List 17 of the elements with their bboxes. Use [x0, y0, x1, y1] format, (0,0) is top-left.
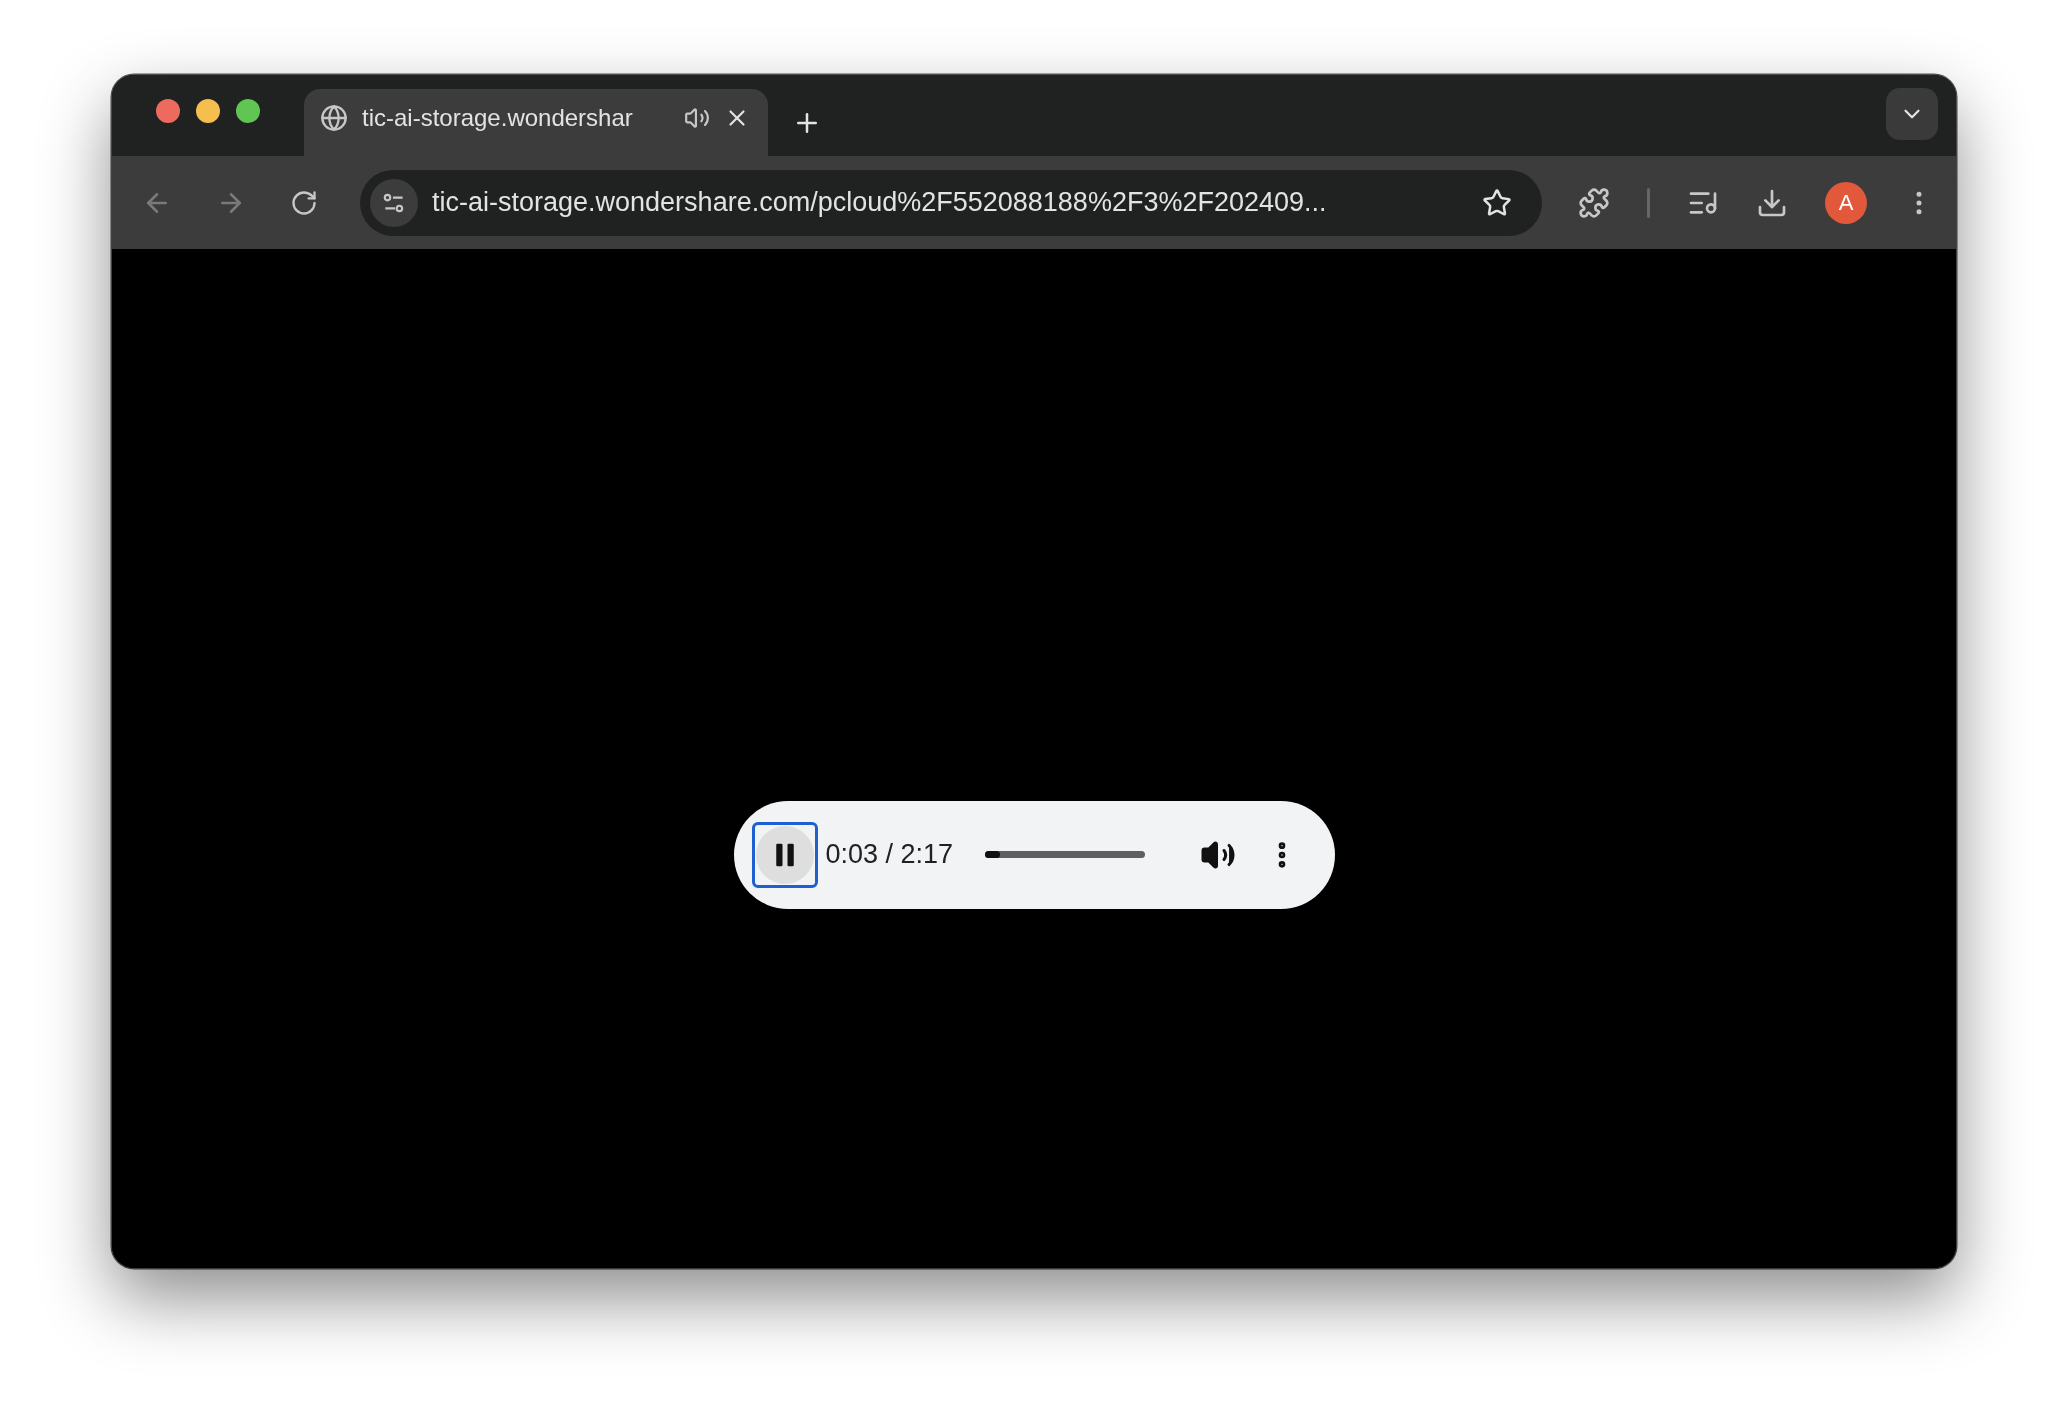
zoom-window-button[interactable] — [236, 98, 260, 123]
globe-icon — [320, 103, 348, 132]
playback-time: 0:03 / 2:17 — [825, 839, 954, 870]
close-window-button[interactable] — [156, 98, 180, 123]
minimize-window-button[interactable] — [196, 98, 220, 123]
profile-avatar[interactable]: A — [1825, 181, 1867, 224]
star-icon[interactable] — [1482, 187, 1512, 218]
seek-bar[interactable] — [985, 851, 1146, 858]
pause-button[interactable] — [751, 821, 818, 888]
url-text: tic-ai-storage.wondershare.com/pcloud%2F552088188%2F3%2F202409... — [432, 187, 1328, 218]
browser-tab[interactable]: tic-ai-storage.wondershar — [304, 89, 768, 156]
puzzle-icon[interactable] — [1578, 186, 1610, 219]
tab-title: tic-ai-storage.wondershar — [362, 103, 634, 132]
tab-search-button[interactable] — [1886, 87, 1938, 140]
site-settings-icon[interactable] — [370, 178, 418, 227]
address-bar[interactable]: tic-ai-storage.wondershare.com/pcloud%2F552088188%2F3%2F202409... — [360, 169, 1542, 236]
reload-icon[interactable] — [290, 188, 318, 217]
